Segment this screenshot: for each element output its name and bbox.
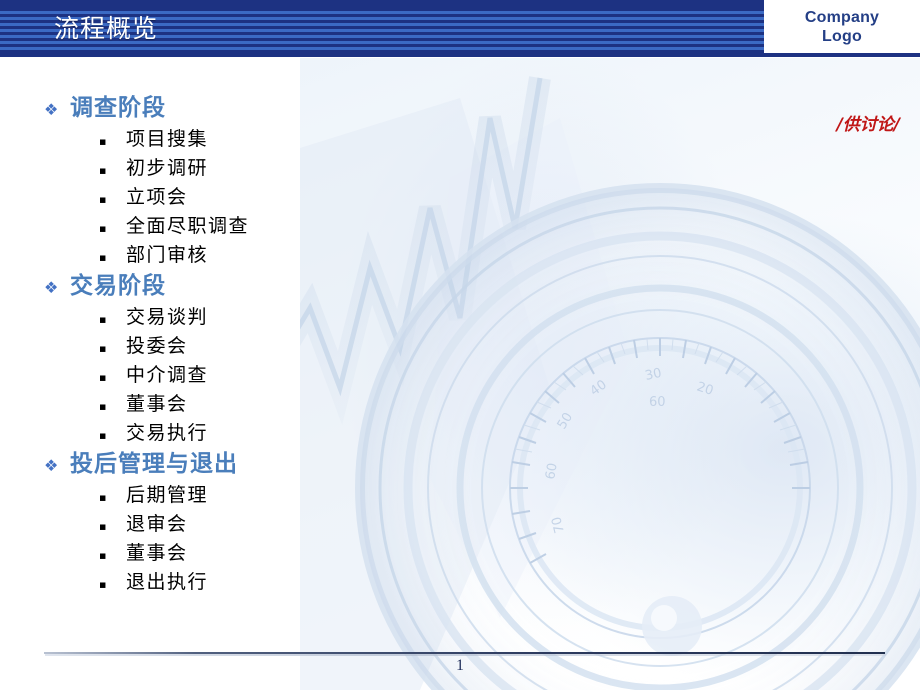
- list-item: ▪ 立项会: [44, 183, 644, 212]
- list-item-label: 后期管理: [126, 484, 209, 506]
- list-item: ▪ 全面尽职调查: [44, 212, 644, 241]
- list-item-label: 项目搜集: [126, 128, 209, 150]
- list-item-label: 部门审核: [126, 244, 209, 266]
- list-item: ▪ 后期管理: [44, 481, 644, 510]
- status-badge: /供讨论/: [836, 115, 900, 135]
- svg-text:20: 20: [695, 380, 715, 399]
- square-bullet-icon: ▪: [99, 193, 107, 206]
- page-number: 1: [456, 657, 464, 674]
- square-bullet-icon: ▪: [99, 342, 107, 355]
- slide-canvas: 30 20 40 50 60 70 60 流程概览 Company Logo /…: [0, 0, 920, 690]
- square-bullet-icon: ▪: [99, 520, 107, 533]
- diamond-bullet-icon: ❖: [44, 100, 59, 119]
- square-bullet-icon: ▪: [99, 251, 107, 264]
- diamond-bullet-icon: ❖: [44, 278, 59, 297]
- diamond-bullet-icon: ❖: [44, 456, 59, 475]
- logo-line-2: Logo: [822, 27, 862, 45]
- list-item-label: 中介调查: [126, 364, 209, 386]
- svg-text:60: 60: [649, 395, 666, 410]
- outline-content: ❖ 调查阶段 ▪ 项目搜集 ▪ 初步调研 ▪ 立项会 ▪ 全面尽职调查 ▪ 部门…: [44, 92, 644, 597]
- list-item-label: 交易执行: [126, 422, 209, 444]
- outline-group-heading: ❖ 交易阶段: [44, 270, 644, 303]
- outline-group-title: 交易阶段: [70, 273, 166, 299]
- list-item-label: 董事会: [126, 542, 188, 564]
- svg-text:30: 30: [644, 366, 663, 384]
- list-item: ▪ 项目搜集: [44, 125, 644, 154]
- square-bullet-icon: ▪: [99, 400, 107, 413]
- square-bullet-icon: ▪: [99, 578, 107, 591]
- list-item-label: 交易谈判: [126, 306, 209, 328]
- list-item-label: 投委会: [126, 335, 188, 357]
- list-item: ▪ 交易执行: [44, 419, 644, 448]
- square-bullet-icon: ▪: [99, 222, 107, 235]
- slide-header: 流程概览 Company Logo: [0, 0, 920, 57]
- outline-group: ❖ 交易阶段 ▪ 交易谈判 ▪ 投委会 ▪ 中介调查 ▪ 董事会 ▪ 交易执行: [44, 270, 644, 448]
- list-item: ▪ 退审会: [44, 510, 644, 539]
- page-title: 流程概览: [54, 14, 159, 43]
- company-logo[interactable]: Company Logo: [764, 0, 920, 53]
- list-item: ▪ 投委会: [44, 332, 644, 361]
- list-item: ▪ 交易谈判: [44, 303, 644, 332]
- list-item: ▪ 初步调研: [44, 154, 644, 183]
- outline-group-heading: ❖ 调查阶段: [44, 92, 644, 125]
- outline-group: ❖ 调查阶段 ▪ 项目搜集 ▪ 初步调研 ▪ 立项会 ▪ 全面尽职调查 ▪ 部门…: [44, 92, 644, 270]
- list-item-label: 立项会: [126, 186, 188, 208]
- square-bullet-icon: ▪: [99, 549, 107, 562]
- list-item: ▪ 部门审核: [44, 241, 644, 270]
- list-item-label: 全面尽职调查: [126, 215, 250, 237]
- list-item-label: 退审会: [126, 513, 188, 535]
- square-bullet-icon: ▪: [99, 313, 107, 326]
- list-item-label: 初步调研: [126, 157, 209, 179]
- outline-group-title: 调查阶段: [70, 95, 166, 121]
- outline-group-title: 投后管理与退出: [70, 451, 238, 477]
- footer-divider-shadow: [45, 654, 886, 656]
- square-bullet-icon: ▪: [99, 164, 107, 177]
- list-item-label: 退出执行: [126, 571, 209, 593]
- list-item: ▪ 董事会: [44, 390, 644, 419]
- list-item: ▪ 中介调查: [44, 361, 644, 390]
- outline-group: ❖ 投后管理与退出 ▪ 后期管理 ▪ 退审会 ▪ 董事会 ▪ 退出执行: [44, 448, 644, 597]
- list-item: ▪ 退出执行: [44, 568, 644, 597]
- square-bullet-icon: ▪: [99, 371, 107, 384]
- header-underline: [0, 53, 920, 57]
- logo-line-1: Company: [804, 8, 880, 26]
- square-bullet-icon: ▪: [99, 491, 107, 504]
- list-item-label: 董事会: [126, 393, 188, 415]
- square-bullet-icon: ▪: [99, 135, 107, 148]
- outline-group-heading: ❖ 投后管理与退出: [44, 448, 644, 481]
- list-item: ▪ 董事会: [44, 539, 644, 568]
- square-bullet-icon: ▪: [99, 429, 107, 442]
